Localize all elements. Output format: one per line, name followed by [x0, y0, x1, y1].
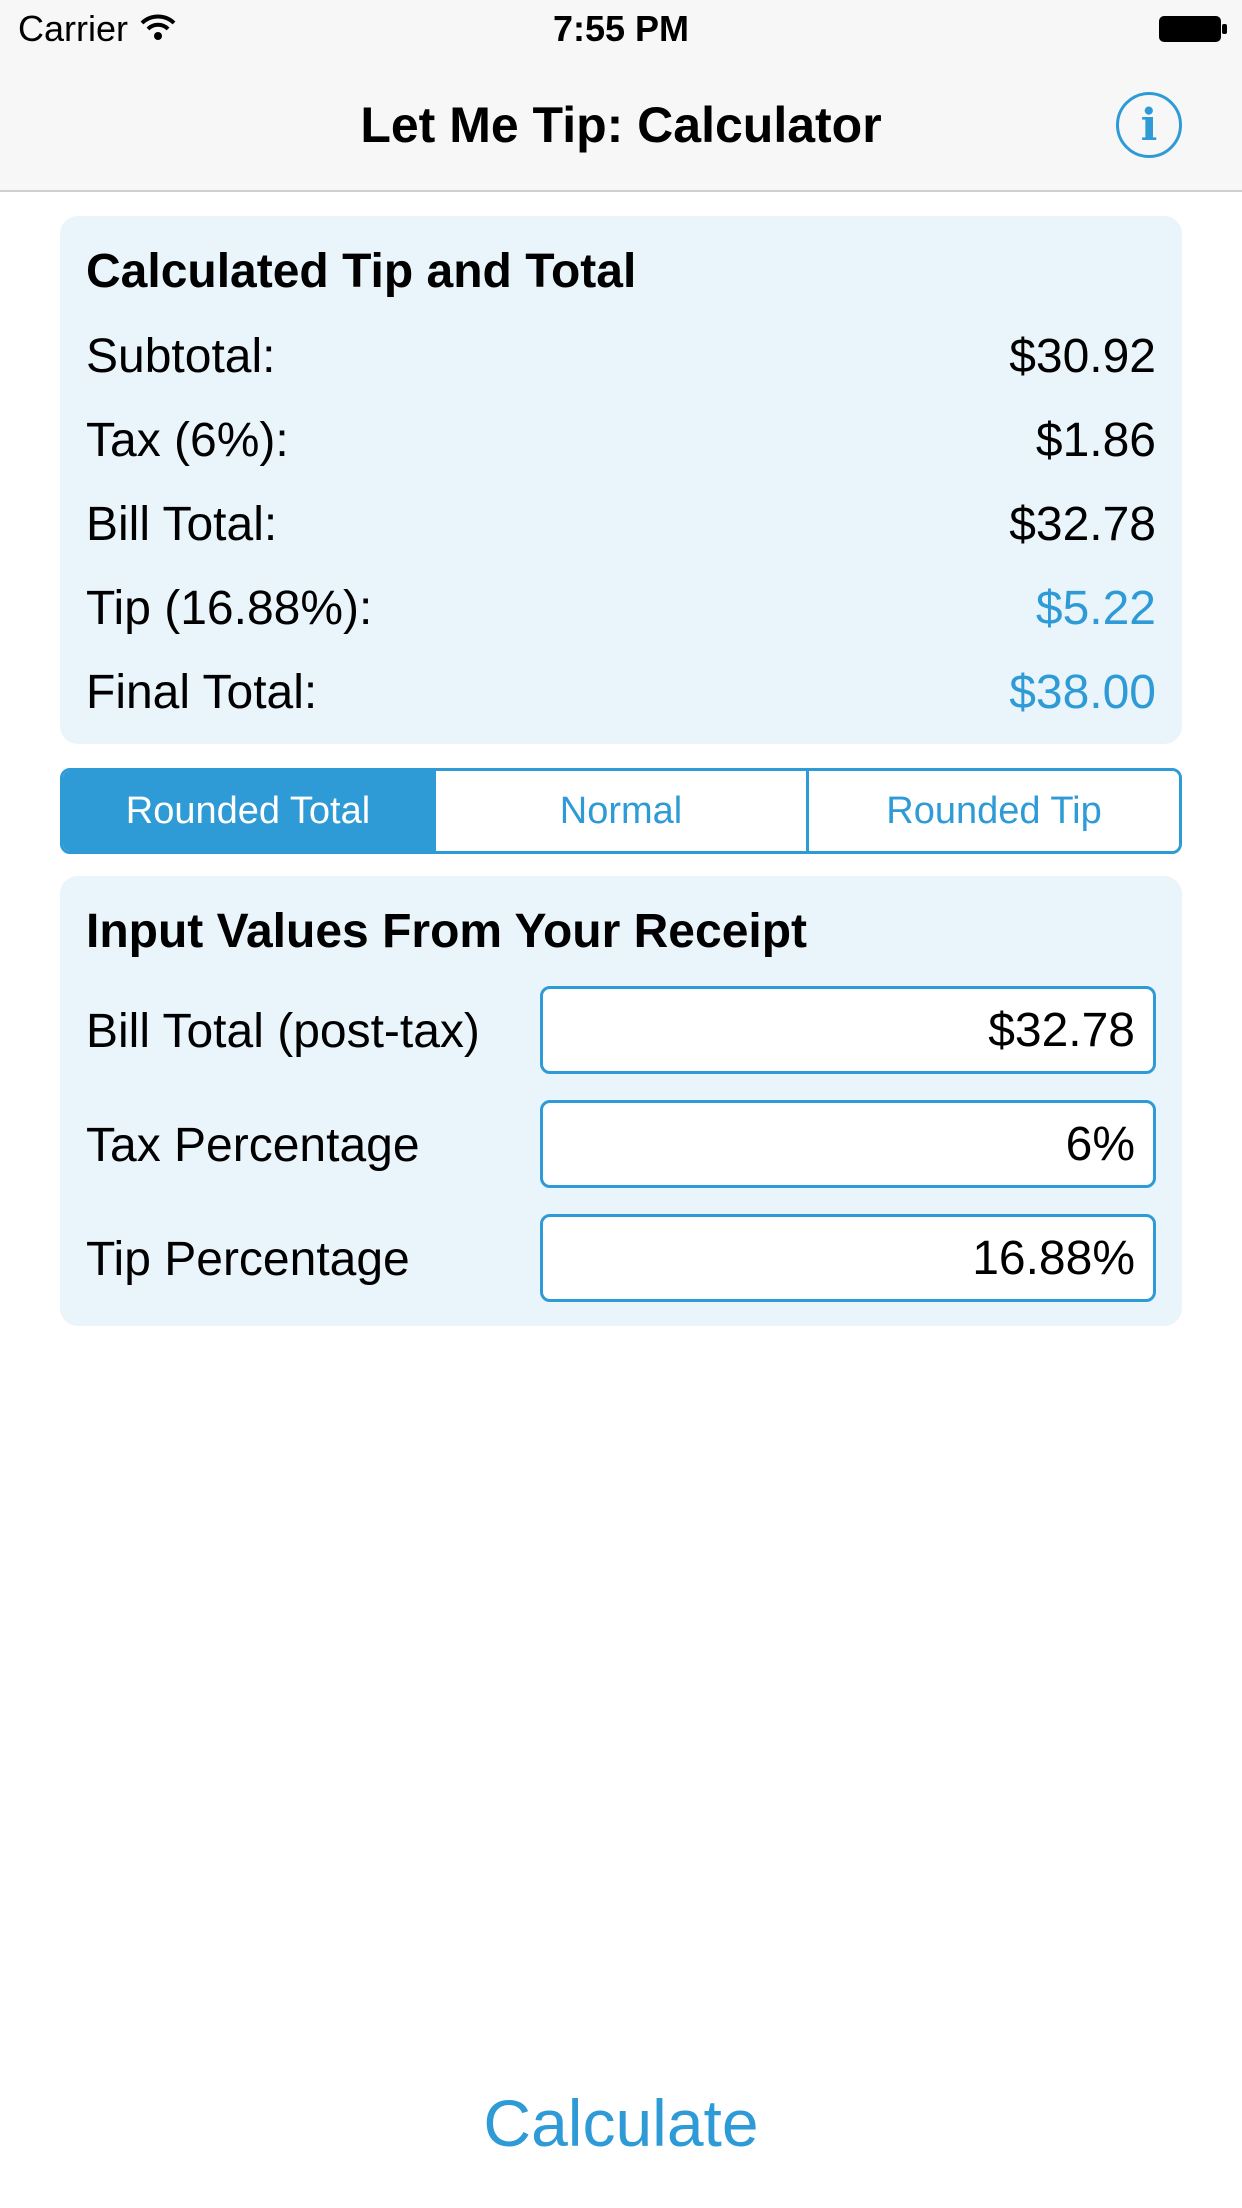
results-panel: Calculated Tip and Total Subtotal: $30.9… [60, 216, 1182, 744]
bill-total-input[interactable] [540, 986, 1156, 1074]
rounding-mode-selector: Rounded Total Normal Rounded Tip [60, 768, 1182, 854]
calculate-button[interactable]: Calculate [0, 2085, 1242, 2161]
segment-rounded-total[interactable]: Rounded Total [63, 771, 433, 851]
inputs-panel: Input Values From Your Receipt Bill Tota… [60, 876, 1182, 1326]
segment-rounded-tip[interactable]: Rounded Tip [806, 771, 1179, 851]
segment-normal[interactable]: Normal [433, 771, 806, 851]
tax-label: Tax (6%): [86, 413, 289, 467]
tax-row: Tax (6%): $1.86 [86, 410, 1156, 470]
subtotal-label: Subtotal: [86, 329, 276, 383]
page-title: Let Me Tip: Calculator [360, 97, 882, 153]
battery-icon [1158, 14, 1228, 44]
bill-total-value: $32.78 [1009, 497, 1156, 551]
bill-total-label: Bill Total: [86, 497, 278, 551]
tip-percentage-input[interactable] [540, 1214, 1156, 1302]
tip-row: Tip (16.88%): $5.22 [86, 578, 1156, 638]
tip-value: $5.22 [1035, 581, 1156, 635]
final-total-label: Final Total: [86, 665, 318, 719]
navigation-bar: Let Me Tip: Calculator i [0, 60, 1242, 192]
subtotal-row: Subtotal: $30.92 [86, 326, 1156, 386]
results-title: Calculated Tip and Total [86, 245, 637, 298]
final-total-row: Final Total: $38.00 [86, 662, 1156, 722]
status-time: 7:55 PM [552, 8, 690, 49]
bill-total-input-label: Bill Total (post-tax) [86, 1005, 480, 1058]
info-icon[interactable]: i [1116, 92, 1182, 158]
bill-total-row: Bill Total: $32.78 [86, 494, 1156, 554]
screen: Carrier 7:55 PM Let Me Tip: Calculator i… [0, 0, 1242, 2208]
subtotal-value: $30.92 [1009, 329, 1156, 383]
final-total-value: $38.00 [1009, 665, 1156, 719]
tax-percentage-label: Tax Percentage [86, 1119, 420, 1172]
tax-value: $1.86 [1035, 413, 1156, 467]
tax-percentage-input[interactable] [540, 1100, 1156, 1188]
tip-label: Tip (16.88%): [86, 581, 373, 635]
tip-percentage-label: Tip Percentage [86, 1233, 410, 1286]
inputs-title: Input Values From Your Receipt [86, 905, 808, 958]
status-bar: Carrier 7:55 PM [0, 0, 1242, 60]
